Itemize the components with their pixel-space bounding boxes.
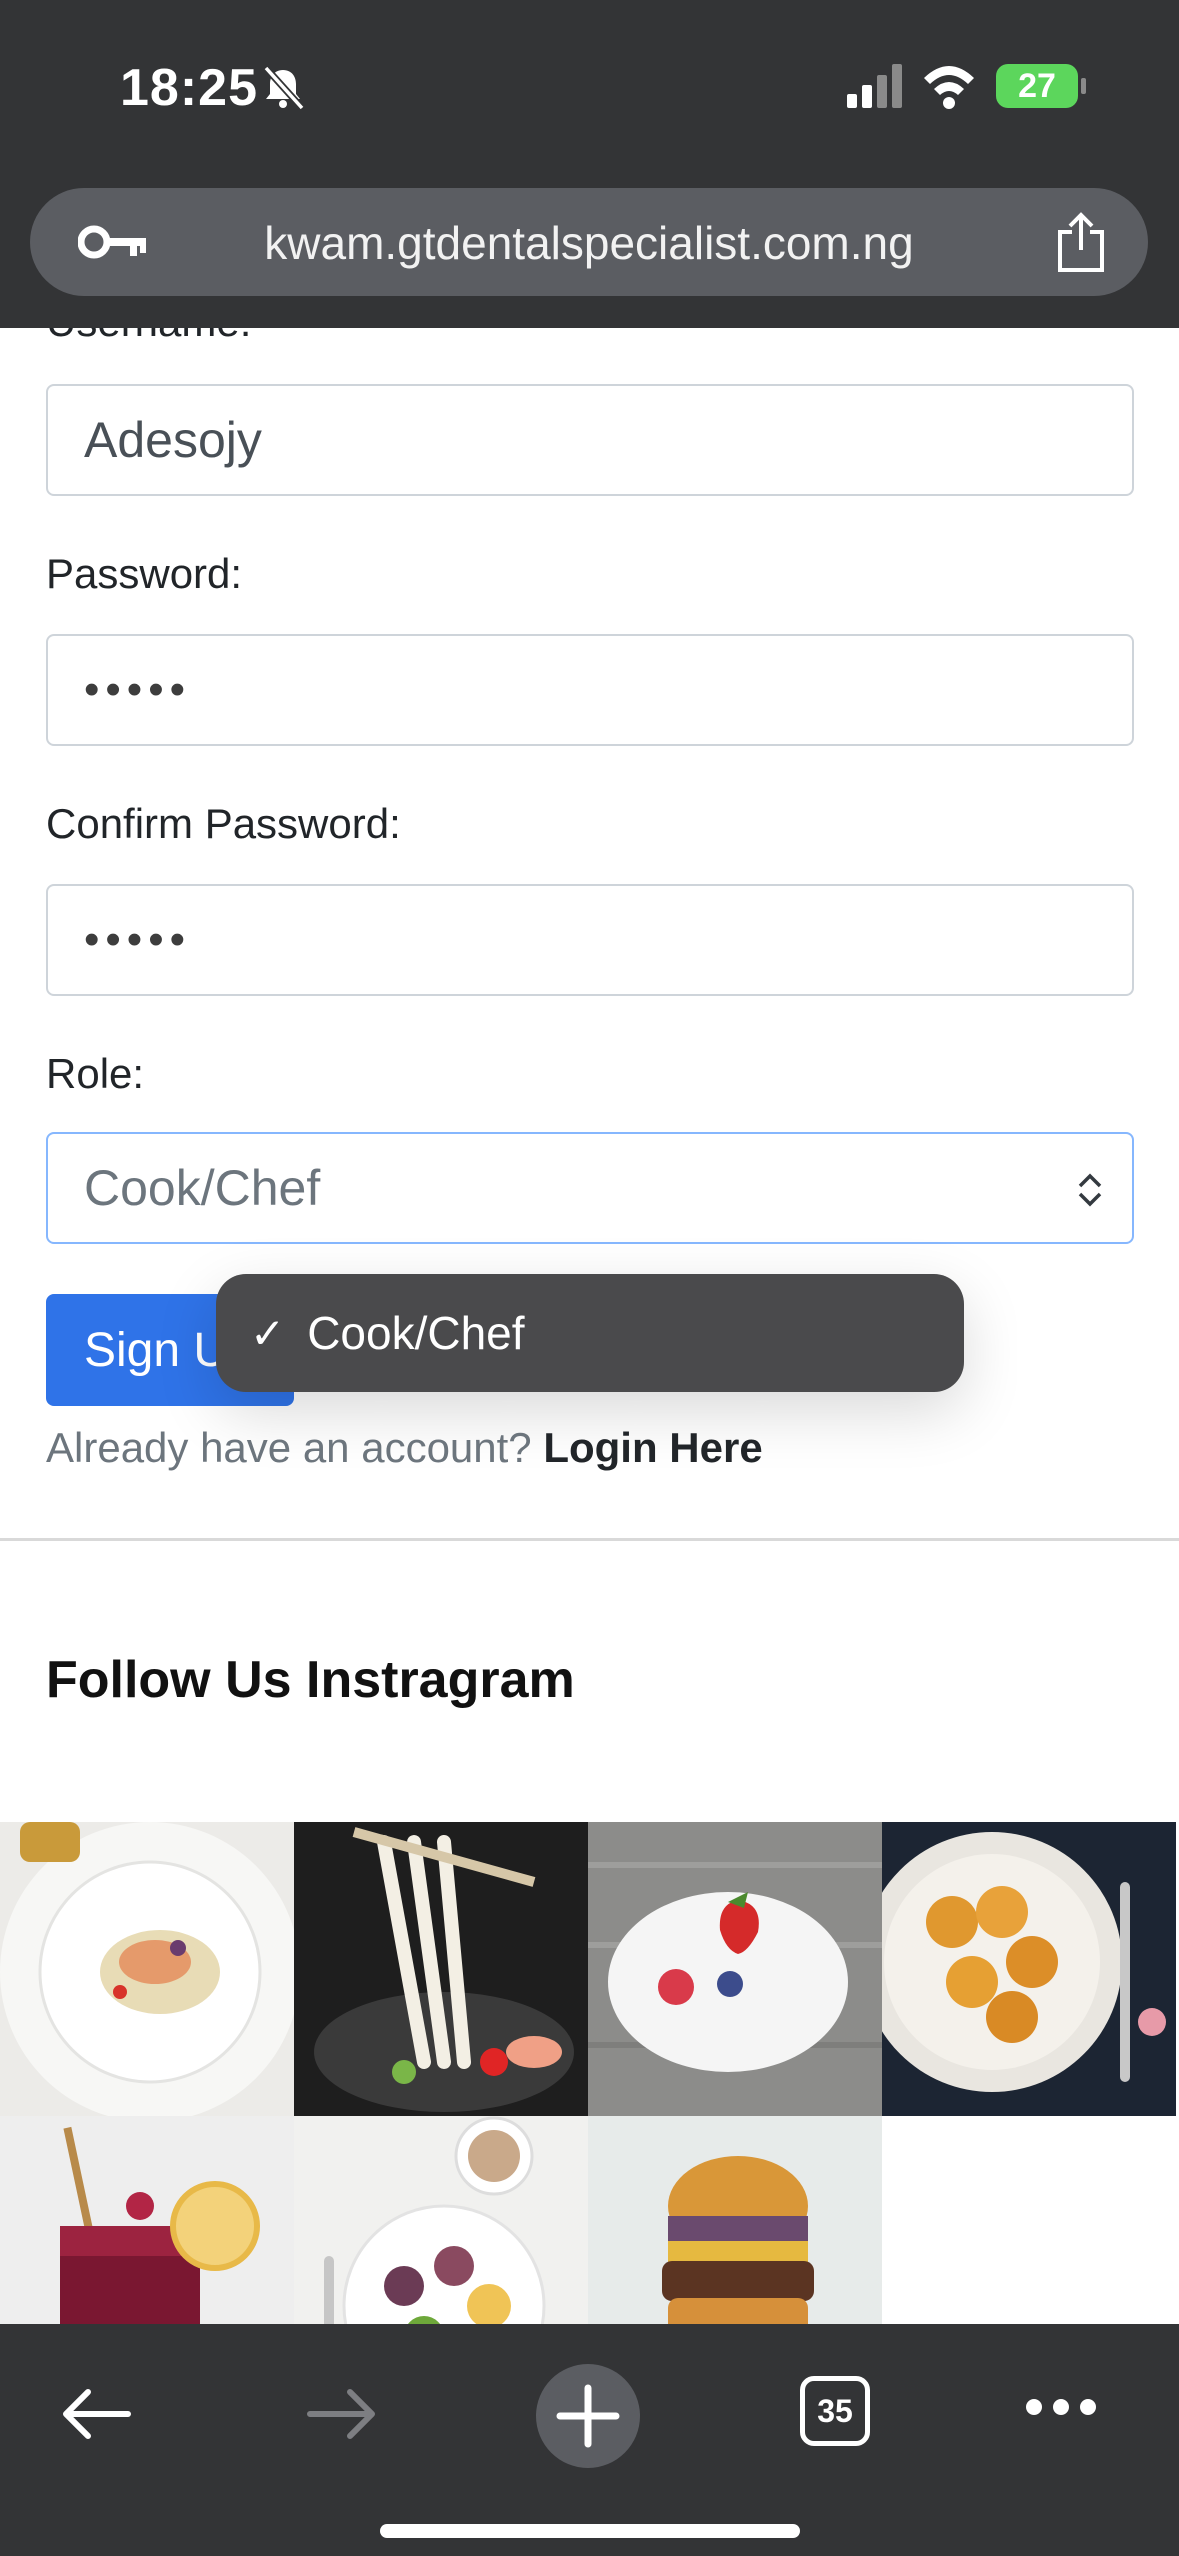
- instagram-image-noodles-chopsticks[interactable]: [294, 1822, 588, 2116]
- instagram-image-berries-plate[interactable]: [588, 1822, 882, 2116]
- instagram-image-salmon-plate[interactable]: [0, 1822, 294, 2116]
- battery-indicator: 27: [996, 64, 1086, 108]
- home-indicator: [380, 2524, 800, 2538]
- password-value: •••••: [84, 665, 192, 714]
- role-select[interactable]: Cook/Chef: [46, 1132, 1134, 1244]
- role-dropdown-menu[interactable]: ✓ Cook/Chef: [216, 1274, 964, 1392]
- status-time: 18:25: [120, 59, 258, 117]
- login-link[interactable]: Login Here: [543, 1424, 762, 1471]
- back-arrow-icon[interactable]: [60, 2384, 132, 2444]
- divider: [0, 1538, 1179, 1541]
- cellular-signal-icon: [847, 64, 902, 108]
- page-content: Username: Adesojy Password: ••••• Confir…: [0, 328, 1179, 2324]
- browser-top-bar: 18:25 27 kwam.gtdentalspecialist.com.ng: [0, 0, 1179, 328]
- password-label: Password:: [46, 550, 243, 597]
- login-prompt: Already have an account? Login Here: [46, 1424, 763, 1472]
- browser-bottom-toolbar: 35: [0, 2324, 1179, 2556]
- instagram-image-fruit-bowl[interactable]: [294, 2116, 588, 2324]
- address-bar[interactable]: kwam.gtdentalspecialist.com.ng: [30, 188, 1148, 296]
- bell-slash-icon: [263, 65, 305, 111]
- instagram-heading: Follow Us Instragram: [46, 1651, 575, 1709]
- instagram-image-berry-drink[interactable]: [0, 2116, 294, 2324]
- role-value: Cook/Chef: [84, 1160, 321, 1216]
- battery-level: 27: [1018, 66, 1056, 105]
- tabs-count: 35: [817, 2392, 853, 2429]
- forward-arrow-icon[interactable]: [306, 2384, 378, 2444]
- more-options-icon[interactable]: [1024, 2392, 1098, 2422]
- wifi-icon: [924, 66, 974, 109]
- dropdown-option[interactable]: Cook/Chef: [307, 1306, 524, 1360]
- chevron-up-down-icon: [1078, 1173, 1102, 1207]
- share-icon[interactable]: [1054, 212, 1108, 274]
- username-label: Username:: [46, 328, 251, 346]
- url-text[interactable]: kwam.gtdentalspecialist.com.ng: [30, 216, 1148, 270]
- plus-icon: [556, 2384, 620, 2448]
- role-label: Role:: [46, 1050, 145, 1097]
- tabs-button[interactable]: 35: [800, 2376, 870, 2446]
- username-value: Adesojy: [84, 412, 262, 468]
- confirm-password-label: Confirm Password:: [46, 800, 401, 847]
- checkmark-icon: ✓: [250, 1309, 286, 1357]
- password-input[interactable]: •••••: [46, 634, 1134, 746]
- confirm-password-value: •••••: [84, 915, 192, 964]
- instagram-image-apricot-plate[interactable]: [882, 1822, 1176, 2116]
- new-tab-button[interactable]: [536, 2364, 640, 2468]
- username-input[interactable]: Adesojy: [46, 384, 1134, 496]
- confirm-password-input[interactable]: •••••: [46, 884, 1134, 996]
- instagram-image-burger[interactable]: [588, 2116, 882, 2324]
- already-text: Already have an account?: [46, 1424, 532, 1471]
